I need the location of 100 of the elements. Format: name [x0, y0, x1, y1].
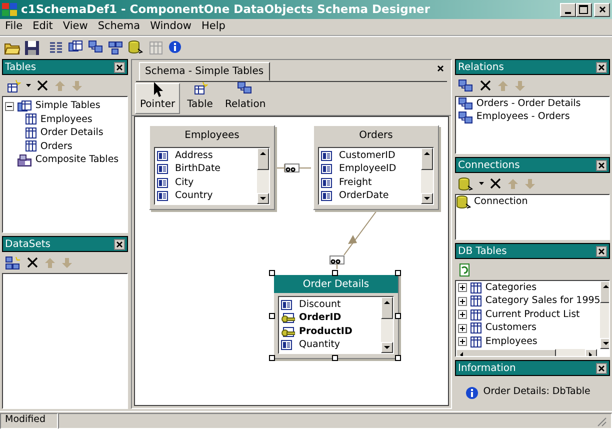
field-name: Quantity [299, 338, 340, 352]
table-card[interactable]: Employees Address BirthDate City Country [149, 125, 275, 210]
db-table-item[interactable]: Category Sales for 1995 [485, 294, 600, 308]
resize-handle[interactable] [269, 312, 275, 318]
database-icon[interactable] [128, 40, 144, 56]
tree-item[interactable]: Simple Tables [35, 99, 100, 114]
resize-handle[interactable] [332, 355, 338, 361]
tool-button[interactable]: Pointer [135, 83, 180, 114]
refresh-icon[interactable] [458, 262, 471, 276]
db-table-item[interactable]: Current Product List [485, 308, 580, 322]
panel-close-button[interactable] [596, 160, 607, 170]
field-name: Discount [299, 298, 341, 312]
db-table-item[interactable]: Customers [485, 321, 536, 336]
panel-title: DB Tables [458, 244, 507, 258]
scroll-up-icon [601, 282, 609, 291]
expander-toggle[interactable] [458, 283, 468, 292]
table-icon [470, 295, 482, 308]
table-card[interactable]: Orders CustomerID EmployeeID Freight OrderDate [313, 125, 439, 210]
delete-icon[interactable] [479, 79, 492, 92]
key-icon [281, 326, 295, 337]
connection-item[interactable]: Connection [474, 195, 528, 209]
tree-item[interactable]: Employees [40, 112, 92, 127]
tab-close-button[interactable] [436, 64, 445, 73]
menu-item[interactable]: Window [145, 19, 196, 35]
new-dataset-icon[interactable] [5, 256, 21, 270]
document-tab[interactable]: Schema - Simple Tables [139, 62, 270, 81]
plus-icon [460, 326, 466, 331]
grid-icon[interactable] [48, 40, 64, 56]
menu-item[interactable]: Help [196, 19, 230, 35]
minimize-button[interactable] [560, 2, 576, 16]
maximize-button[interactable] [576, 2, 592, 16]
relation-item[interactable]: Employees - Orders [476, 110, 570, 124]
table-title: Employees [184, 128, 240, 142]
new-relation-icon[interactable] [458, 78, 474, 92]
table-title: Orders [358, 128, 394, 142]
info-icon[interactable] [168, 40, 184, 56]
panel-close-button[interactable] [596, 246, 607, 256]
scroll-down-icon [382, 343, 392, 352]
close-icon [597, 160, 606, 170]
scrollbar[interactable] [600, 281, 609, 348]
panel-close-button[interactable] [596, 62, 607, 72]
field-icon [157, 150, 171, 161]
resize-handle[interactable] [395, 270, 401, 276]
close-icon [115, 240, 124, 248]
tool-button[interactable]: Table [182, 83, 218, 114]
resize-handle[interactable] [395, 355, 401, 361]
table-icon [470, 322, 482, 334]
resize-handle[interactable] [269, 270, 275, 276]
expander-toggle[interactable] [5, 102, 14, 111]
panel-close-button[interactable] [596, 362, 607, 374]
table-title: Order Details [274, 275, 398, 293]
expander-toggle[interactable] [458, 337, 468, 346]
db-table-item[interactable]: Categories [485, 281, 537, 295]
tree-item[interactable]: Composite Tables [35, 153, 119, 168]
expander-toggle[interactable] [458, 296, 468, 306]
panel-close-button[interactable] [114, 62, 125, 72]
tree-item[interactable]: Orders [40, 140, 72, 154]
scroll-up-icon [382, 298, 392, 307]
new-connection-icon[interactable] [458, 176, 474, 190]
tree-item[interactable]: Order Details [40, 126, 104, 140]
scroll-up-icon [422, 149, 432, 158]
field-name: Address [175, 148, 213, 163]
expander-toggle[interactable] [458, 324, 468, 333]
plus-icon [460, 312, 466, 318]
composite-table-icon [17, 154, 32, 167]
table-card[interactable]: Order Details Discount OrderID ProductID Quantity [273, 274, 399, 359]
relation-icon[interactable] [88, 40, 104, 56]
menu-item[interactable]: View [58, 19, 93, 35]
scrollbar[interactable] [257, 148, 269, 204]
menu-item[interactable]: Schema [92, 19, 146, 35]
delete-icon[interactable] [489, 177, 502, 190]
relation-item[interactable]: Orders - Order Details [476, 97, 581, 111]
db-table-item[interactable]: Employees [485, 334, 538, 349]
new-table-icon[interactable] [5, 78, 21, 92]
field-name: Freight [339, 176, 372, 190]
panel-close-button[interactable] [114, 238, 125, 250]
scrollbar[interactable] [381, 297, 393, 353]
resize-handle[interactable] [332, 270, 338, 276]
close-button[interactable] [594, 2, 610, 16]
table-icon [25, 113, 38, 126]
panel-title: DataSets [5, 238, 51, 252]
close-icon [597, 246, 606, 256]
panel-title: Connections [458, 158, 520, 172]
dropdown-arrow-icon[interactable] [479, 182, 484, 185]
save-icon[interactable] [24, 40, 40, 56]
scroll-down-icon [422, 194, 432, 203]
delete-icon[interactable] [36, 79, 49, 92]
scroll-up-icon [258, 149, 268, 158]
dropdown-arrow-icon[interactable] [26, 84, 31, 87]
relation-icon[interactable] [108, 40, 124, 56]
field-icon [321, 178, 335, 188]
field-icon [321, 164, 335, 174]
expander-toggle[interactable] [458, 310, 468, 320]
field-name: CustomerID [339, 148, 396, 163]
scrollbar[interactable] [421, 148, 433, 204]
menu-item[interactable]: Edit [28, 19, 58, 35]
menu-item[interactable]: File [0, 19, 28, 35]
delete-icon[interactable] [26, 256, 39, 269]
tool-button[interactable]: Relation [220, 83, 271, 114]
resize-handle[interactable] [269, 355, 275, 361]
